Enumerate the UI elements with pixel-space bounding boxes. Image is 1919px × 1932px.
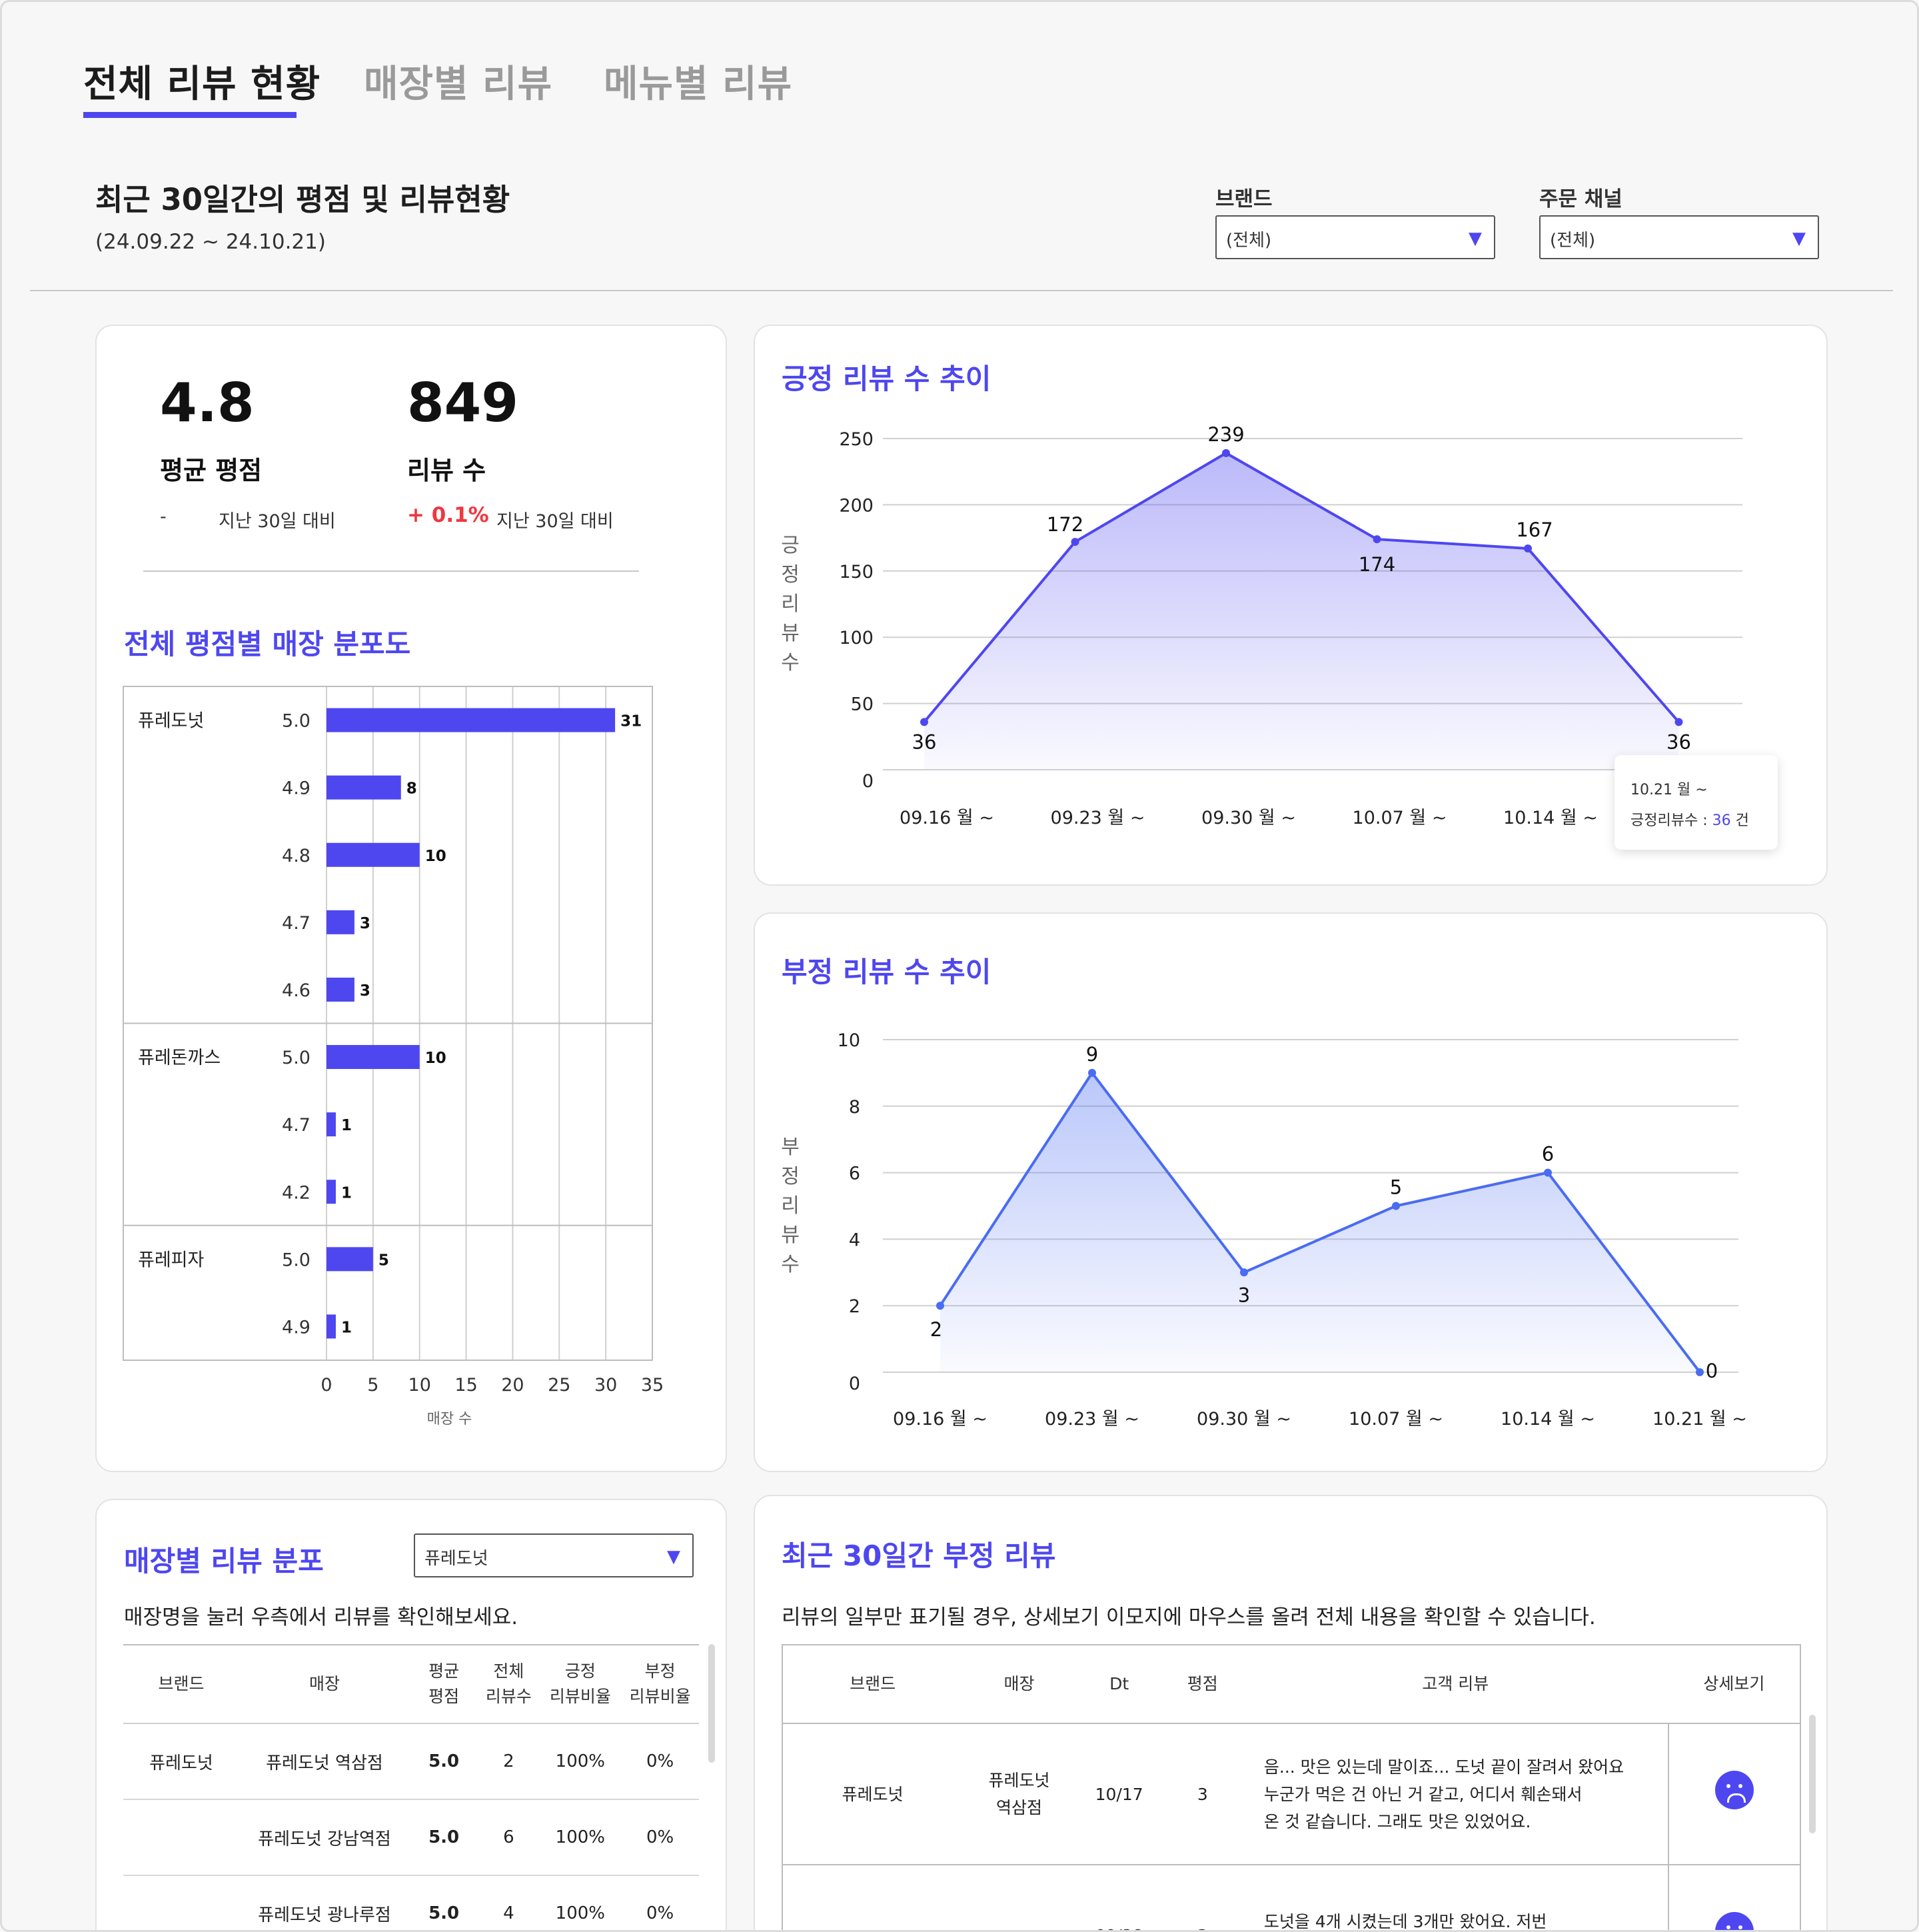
table-cell: 6	[478, 1799, 540, 1876]
table-header: 부정 리뷰비율	[621, 1645, 699, 1724]
y-axis-title-char: 뷰	[781, 1224, 800, 1247]
store-review-title: 매장별 리뷰 분포	[124, 1545, 324, 1577]
store-name-cell[interactable]: 퓨레도넛 강남역점	[239, 1799, 410, 1876]
y-tick-label: 6	[849, 1164, 860, 1184]
table-header: 고객 리뷰	[1242, 1645, 1668, 1724]
table-row: 퓨레도넛 퓨레도넛 역삼점 10/17 3 음... 맛은 있는데 말이죠... 도넛 …	[782, 1723, 1800, 1865]
detail-cell	[1667, 1723, 1800, 1865]
review-text-cell: 음... 맛은 있는데 말이죠... 도넛 끝이 잘려서 왔어요 누군가 먹은 …	[1242, 1723, 1668, 1865]
table-cell: 3	[1162, 1865, 1243, 1930]
data-point[interactable]	[1544, 1168, 1552, 1177]
y-tick-label: 4	[849, 1230, 860, 1250]
x-tick-label: 10.14 월 ~	[1501, 1409, 1595, 1430]
x-tick-label: 10.21 월 ~	[1652, 1409, 1747, 1430]
store-review-desc: 매장명을 눌러 우측에서 리뷰를 확인해보세요.	[124, 1605, 518, 1629]
table-cell: 0%	[621, 1875, 699, 1930]
dropdown-arrow-icon: ▼	[667, 1547, 680, 1567]
data-label: 2	[930, 1318, 942, 1341]
negative-reviews-table: 브랜드 매장 Dt 평점 고객 리뷰 상세보기 퓨레도넛 퓨레도넛 역삼점 10/17 3 음..…	[782, 1644, 1801, 1930]
table-cell	[123, 1875, 240, 1930]
data-point[interactable]	[1392, 1202, 1400, 1210]
table-header: 긍정 리뷰비율	[539, 1645, 622, 1724]
data-label: 5	[1390, 1176, 1402, 1199]
table-cell: 퓨레도넛 역삼점	[962, 1723, 1076, 1865]
data-label: 3	[1238, 1284, 1250, 1306]
data-label: 0	[1706, 1360, 1718, 1382]
table-header: 매장	[962, 1645, 1076, 1724]
y-axis-title-char: 리	[781, 1194, 800, 1218]
store-name-cell[interactable]: 퓨레도넛 광나루점	[239, 1875, 410, 1930]
y-axis-title-char: 수	[781, 1253, 800, 1276]
table-header: 전체 리뷰수	[478, 1645, 540, 1724]
x-tick-label: 09.16 월 ~	[893, 1409, 987, 1430]
table-row[interactable]: 퓨레도넛 광나루점 5.0 4 100% 0%	[123, 1875, 699, 1930]
dashboard-frame: 전체 리뷰 현황 매장별 리뷰 메뉴별 리뷰 최근 30일간의 평점 및 리뷰현…	[0, 0, 1919, 1932]
x-tick-label: 10.07 월 ~	[1349, 1409, 1443, 1430]
y-axis-title-char: 부	[781, 1136, 800, 1159]
table-header: 상세보기	[1668, 1645, 1800, 1724]
table-cell: 5.0	[409, 1799, 478, 1876]
sad-face-icon[interactable]	[1714, 1771, 1754, 1809]
store-name-cell[interactable]: 퓨레도넛 역삼점	[239, 1723, 410, 1800]
table-cell: 100%	[539, 1875, 622, 1930]
table-cell: 퓨레도넛	[782, 1723, 963, 1865]
data-point[interactable]	[1240, 1268, 1248, 1277]
data-point[interactable]	[936, 1302, 944, 1310]
table-row[interactable]: 퓨레도넛 퓨레도넛 역삼점 5.0 2 100% 0%	[123, 1723, 699, 1800]
table-cell	[962, 1865, 1076, 1930]
table-header: 매장	[239, 1645, 410, 1724]
table-cell	[782, 1865, 963, 1930]
table-cell: 퓨레도넛	[123, 1723, 240, 1800]
store-review-table: 브랜드 매장 평균 평점 전체 리뷰수 긍정 리뷰비율 부정 리뷰비율 퓨레도넛 퓨레도넛 …	[123, 1644, 699, 1930]
store-table-scrollbar[interactable]	[708, 1644, 715, 1763]
table-cell: 5.0	[409, 1723, 478, 1800]
y-tick-label: 10	[838, 1030, 860, 1051]
data-point[interactable]	[1088, 1068, 1096, 1077]
store-brand-select-value: 퓨레도넛	[424, 1549, 488, 1569]
table-cell: 2	[478, 1723, 540, 1800]
sad-face-icon[interactable]	[1714, 1912, 1754, 1930]
y-tick-label: 2	[849, 1296, 860, 1317]
table-header: 브랜드	[782, 1645, 963, 1724]
table-header: 평점	[1162, 1645, 1243, 1724]
negative-reviews-title: 최근 30일간 부정 리뷰	[782, 1539, 1056, 1572]
table-cell: 4	[478, 1875, 540, 1930]
negative-reviews-desc: 리뷰의 일부만 표기될 경우, 상세보기 이모지에 마우스를 올려 전체 내용을…	[782, 1605, 1596, 1629]
data-label: 6	[1542, 1143, 1554, 1166]
x-tick-label: 09.23 월 ~	[1045, 1409, 1139, 1430]
table-cell	[123, 1799, 240, 1876]
table-cell: 10/17	[1075, 1723, 1163, 1865]
table-cell: 09/28	[1075, 1865, 1163, 1930]
table-cell: 100%	[539, 1799, 622, 1876]
negative-trend-chart: 0 2 4 6 8 10 부정리뷰수 2 9 3 5 6 0 09.16 월 ~ 09.23 월 ~ 09.3…	[781, 1030, 1747, 1430]
table-cell: 100%	[539, 1723, 622, 1800]
table-header: Dt	[1075, 1645, 1163, 1724]
table-cell: 3	[1162, 1723, 1243, 1865]
y-tick-label: 0	[849, 1374, 860, 1394]
table-row[interactable]: 퓨레도넛 강남역점 5.0 6 100% 0%	[123, 1799, 699, 1876]
y-tick-label: 8	[849, 1097, 860, 1118]
y-axis-title-char: 정	[781, 1165, 800, 1188]
table-row: 09/283도넛을 4개 시켰는데 3개만 왔어요. 저번 에도 누락된 적이 …	[782, 1865, 1800, 1930]
table-cell: 0%	[621, 1723, 699, 1800]
store-brand-select[interactable]: 퓨레도넛 ▼	[414, 1533, 694, 1577]
detail-cell	[1667, 1865, 1800, 1930]
table-cell: 5.0	[409, 1875, 478, 1930]
negative-table-scrollbar[interactable]	[1809, 1715, 1816, 1833]
table-cell: 0%	[621, 1799, 699, 1876]
table-header: 평균 평점	[409, 1645, 478, 1724]
data-label: 9	[1086, 1043, 1098, 1066]
data-point[interactable]	[1696, 1368, 1704, 1376]
table-header: 브랜드	[123, 1645, 240, 1724]
x-tick-label: 09.30 월 ~	[1197, 1409, 1291, 1430]
review-text-cell: 도넛을 4개 시켰는데 3개만 왔어요. 저번 에도 누락된 적이 있어서 좀 …	[1242, 1865, 1668, 1930]
